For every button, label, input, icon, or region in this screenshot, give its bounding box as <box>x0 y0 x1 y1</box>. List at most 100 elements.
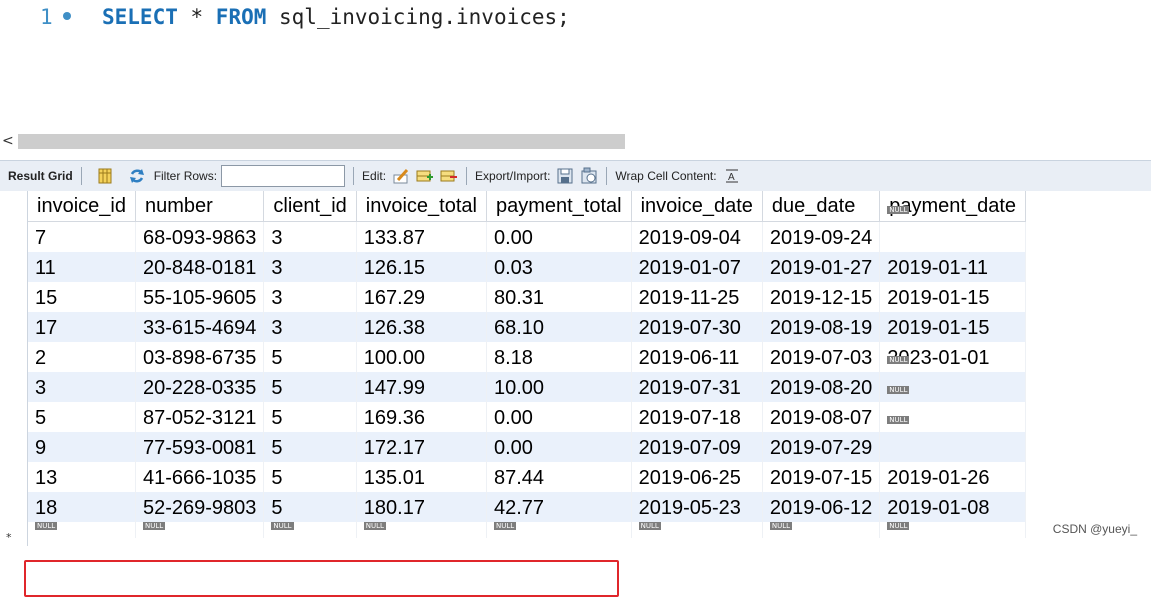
filter-rows-input[interactable] <box>221 165 346 187</box>
sql-statement[interactable]: SELECT * FROM sql_invoicing.invoices; <box>102 5 570 29</box>
new-row-cell-invoice-date[interactable]: NULL <box>631 522 763 538</box>
cell-invoice-id[interactable]: 3 <box>28 372 136 402</box>
cell-invoice-total[interactable]: 167.29 <box>356 282 487 312</box>
cell-invoice-id[interactable]: 11 <box>28 252 136 282</box>
cell-payment-total[interactable]: 8.18 <box>486 342 632 372</box>
table-row[interactable]: 13 41-666-1035 5 135.01 87.44 2019-06-25 2019-… <box>28 462 1026 492</box>
table-row[interactable]: 17 33-615-4694 3 126.38 68.10 2019-07-30 2019-… <box>28 312 1026 342</box>
add-row-icon[interactable] <box>416 167 434 185</box>
cell-due-date[interactable]: 2019-01-27 <box>762 252 881 282</box>
cell-payment-total[interactable]: 80.31 <box>486 282 632 312</box>
cell-due-date[interactable]: 2019-07-29 <box>762 432 881 462</box>
table-row[interactable]: 3 20-228-0335 5 147.99 10.00 2019-07-31 2019-0… <box>28 356 1026 402</box>
cell-number[interactable]: 87-052-3121 <box>135 402 265 432</box>
cell-client-id[interactable]: 5 <box>263 372 357 402</box>
cell-number[interactable]: 52-269-9803 <box>135 492 265 522</box>
cell-due-date[interactable]: 2019-06-12 <box>762 492 881 522</box>
cell-number[interactable]: 20-848-0181 <box>135 252 265 282</box>
refresh-button[interactable] <box>122 167 146 185</box>
cell-payment-total[interactable]: 0.00 <box>486 402 632 432</box>
cell-invoice-date[interactable]: 2019-09-04 <box>631 221 763 252</box>
cell-due-date[interactable]: 2019-12-15 <box>762 282 881 312</box>
import-icon[interactable] <box>580 167 598 185</box>
cell-due-date[interactable]: 2019-09-24 <box>762 221 881 252</box>
cell-number[interactable]: 33-615-4694 <box>135 312 265 342</box>
horizontal-scrollbar[interactable]: < <box>0 131 1151 151</box>
new-row-cell-client-id[interactable]: NULL <box>263 522 357 538</box>
column-header-due-date[interactable]: due_date <box>762 191 881 222</box>
cell-invoice-total[interactable]: 169.36 <box>356 402 487 432</box>
scroll-left-icon[interactable]: < <box>2 131 14 151</box>
cell-invoice-id[interactable]: 7 <box>28 221 136 252</box>
scrollbar-thumb[interactable] <box>18 134 625 149</box>
cell-due-date[interactable]: 2019-07-15 <box>762 462 881 492</box>
sql-editor[interactable]: 1 SELECT * FROM sql_invoicing.invoices; <box>0 0 1151 130</box>
cell-invoice-date[interactable]: 2019-06-11 <box>631 342 763 372</box>
new-row-cell-payment-total[interactable]: NULL <box>486 522 632 538</box>
cell-invoice-date[interactable]: 2019-07-18 <box>631 402 763 432</box>
cell-payment-date[interactable]: 2019-01-11 <box>879 252 1026 282</box>
cell-due-date[interactable]: 2019-07-03 <box>762 342 881 372</box>
cell-number[interactable]: 55-105-9605 <box>135 282 265 312</box>
cell-invoice-date[interactable]: 2019-07-09 <box>631 432 763 462</box>
cell-invoice-id[interactable]: 15 <box>28 282 136 312</box>
cell-client-id[interactable]: 5 <box>263 342 357 372</box>
result-grid[interactable]: * invoice_id number client_id invoice_total… <box>0 191 1151 597</box>
cell-payment-total[interactable]: 0.00 <box>486 221 632 252</box>
table-row[interactable]: 15 55-105-9605 3 167.29 80.31 2019-11-25 2019-… <box>28 282 1026 312</box>
column-header-invoice-date[interactable]: invoice_date <box>631 191 763 222</box>
column-header-payment-total[interactable]: payment_total <box>486 191 632 222</box>
column-header-invoice-id[interactable]: invoice_id <box>28 191 136 222</box>
delete-row-icon[interactable] <box>440 167 458 185</box>
table-row[interactable]: 2 03-898-6735 5 100.00 8.18 2019-06-11 2019-07… <box>28 342 1026 372</box>
cell-number[interactable]: 77-593-0081 <box>135 432 265 462</box>
cell-invoice-id[interactable]: 5 <box>28 402 136 432</box>
cell-payment-total[interactable]: 0.03 <box>486 252 632 282</box>
cell-payment-date[interactable]: 2019-01-15 <box>879 312 1026 342</box>
cell-payment-date[interactable]: 2019-01-15 <box>879 282 1026 312</box>
cell-invoice-id[interactable]: 2 <box>28 342 136 372</box>
cell-payment-date[interactable]: 2019-01-26 <box>879 462 1026 492</box>
cell-invoice-id[interactable]: 13 <box>28 462 136 492</box>
cell-due-date[interactable]: 2019-08-07 <box>762 402 881 432</box>
table-row[interactable]: 11 20-848-0181 3 126.15 0.03 2019-01-07 2019-0… <box>28 252 1026 282</box>
result-grid-tab[interactable]: Result Grid <box>8 169 73 183</box>
cell-invoice-id[interactable]: 9 <box>28 432 136 462</box>
cell-due-date[interactable]: 2019-08-20 <box>762 372 881 402</box>
cell-payment-total[interactable]: 68.10 <box>486 312 632 342</box>
cell-number[interactable]: 68-093-9863 <box>135 221 265 252</box>
cell-client-id[interactable]: 5 <box>263 492 357 522</box>
column-header-client-id[interactable]: client_id <box>263 191 357 222</box>
cell-invoice-date[interactable]: 2019-07-31 <box>631 372 763 402</box>
cell-invoice-total[interactable]: 126.38 <box>356 312 487 342</box>
cell-client-id[interactable]: 5 <box>263 432 357 462</box>
cell-payment-total[interactable]: 0.00 <box>486 432 632 462</box>
grid-layout-button[interactable] <box>90 167 114 185</box>
cell-invoice-date[interactable]: 2019-06-25 <box>631 462 763 492</box>
cell-number[interactable]: 03-898-6735 <box>135 342 265 372</box>
new-row-cell-number[interactable]: NULL <box>135 522 265 538</box>
wrap-text-icon[interactable]: A <box>723 167 741 185</box>
cell-invoice-id[interactable]: 18 <box>28 492 136 522</box>
column-header-invoice-total[interactable]: invoice_total <box>356 191 487 222</box>
edit-row-icon[interactable] <box>392 167 410 185</box>
cell-invoice-total[interactable]: 147.99 <box>356 372 487 402</box>
column-header-number[interactable]: number <box>135 191 265 222</box>
cell-invoice-total[interactable]: 126.15 <box>356 252 487 282</box>
cell-invoice-id[interactable]: 17 <box>28 312 136 342</box>
export-icon[interactable] <box>556 167 574 185</box>
cell-client-id[interactable]: 3 <box>263 252 357 282</box>
cell-client-id[interactable]: 3 <box>263 312 357 342</box>
cell-number[interactable]: 20-228-0335 <box>135 372 265 402</box>
cell-invoice-total[interactable]: 133.87 <box>356 221 487 252</box>
cell-client-id[interactable]: 3 <box>263 221 357 252</box>
cell-invoice-total[interactable]: 135.01 <box>356 462 487 492</box>
cell-payment-total[interactable]: 87.44 <box>486 462 632 492</box>
cell-invoice-date[interactable]: 2019-07-30 <box>631 312 763 342</box>
cell-payment-date[interactable]: NULL <box>879 416 1026 462</box>
new-row-cell-payment-date[interactable]: NULL <box>879 522 1026 538</box>
new-row-cell-invoice-total[interactable]: NULL <box>356 522 487 538</box>
cell-invoice-date[interactable]: 2019-01-07 <box>631 252 763 282</box>
table-row[interactable]: 9 77-593-0081 5 172.17 0.00 2019-07-09 2019-07… <box>28 416 1026 462</box>
cell-client-id[interactable]: 3 <box>263 282 357 312</box>
